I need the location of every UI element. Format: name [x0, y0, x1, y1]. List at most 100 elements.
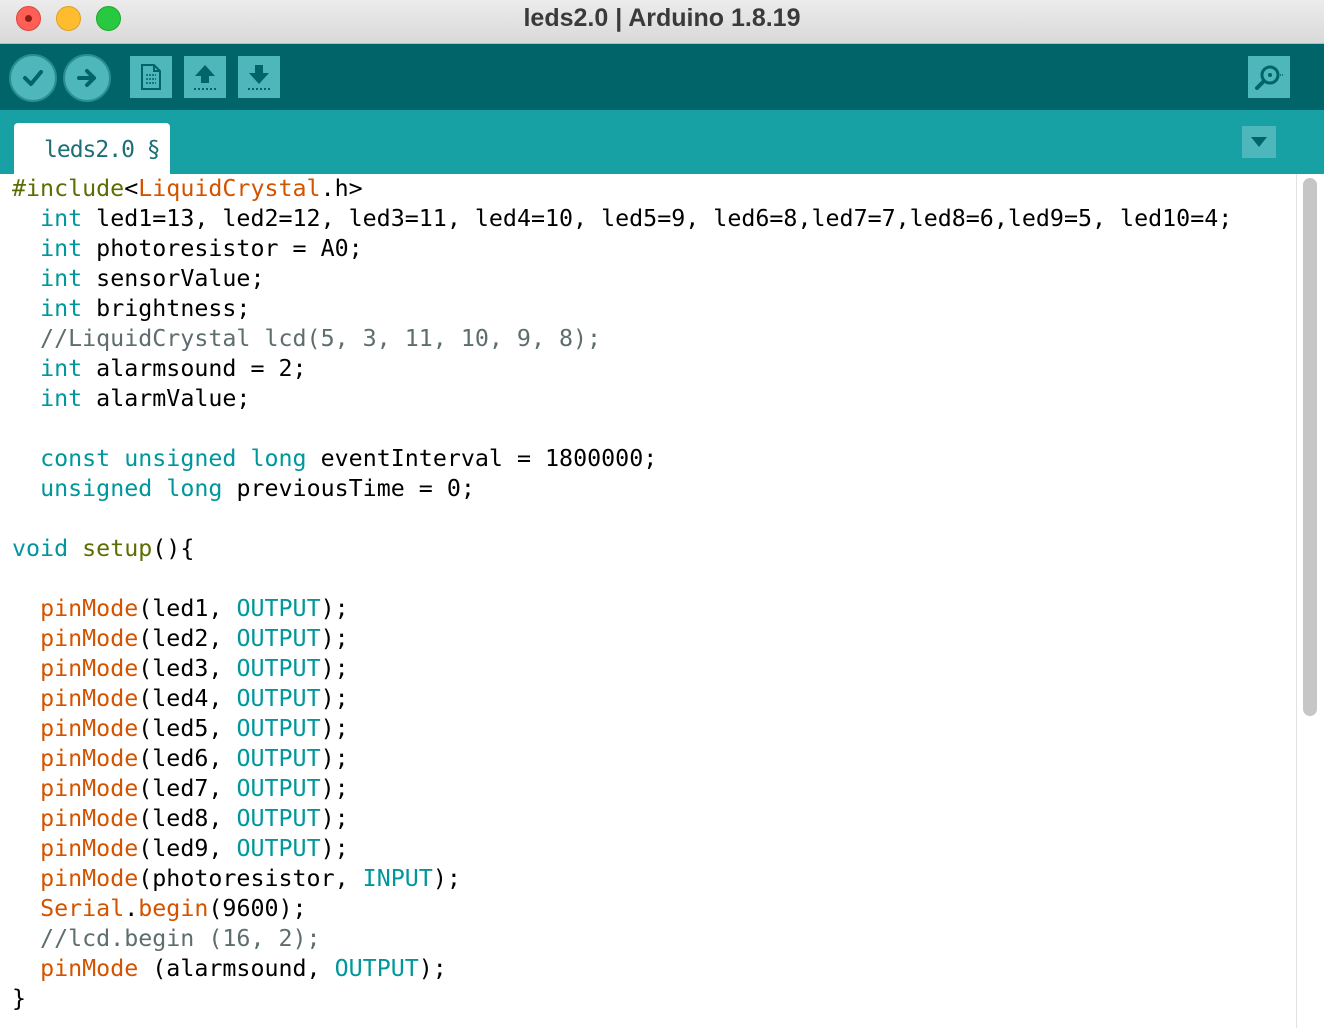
- code-token: pinMode: [40, 835, 139, 862]
- code-token: OUTPUT: [236, 595, 321, 622]
- code-token: setup: [82, 535, 153, 562]
- code-token: pinMode: [40, 685, 139, 712]
- code-token: OUTPUT: [236, 775, 321, 802]
- code-line: int photoresistor = A0;: [12, 234, 1232, 264]
- code-line: pinMode (alarmsound, OUTPUT);: [12, 954, 1232, 984]
- code-token: photoresistor = A0;: [82, 235, 363, 262]
- code-token: (led7,: [138, 775, 237, 802]
- code-line: unsigned long previousTime = 0;: [12, 474, 1232, 504]
- code-token: //LiquidCrystal lcd(5, 3, 11, 10, 9, 8);: [12, 325, 602, 352]
- code-line: pinMode(led8, OUTPUT);: [12, 804, 1232, 834]
- vertical-scrollbar[interactable]: [1296, 174, 1324, 1028]
- code-token: OUTPUT: [236, 715, 321, 742]
- code-token: OUTPUT: [236, 625, 321, 652]
- code-token: );: [320, 715, 349, 742]
- code-token: OUTPUT: [236, 685, 321, 712]
- tab-leds2[interactable]: leds2.0 §: [14, 123, 170, 174]
- code-token: (led5,: [138, 715, 237, 742]
- new-sketch-button[interactable]: [130, 56, 172, 98]
- code-token: );: [320, 745, 349, 772]
- code-token: );: [320, 805, 349, 832]
- code-token: (led6,: [138, 745, 237, 772]
- code-token: (led1,: [138, 595, 237, 622]
- tab-bar: leds2.0 §: [0, 110, 1324, 174]
- code-line: pinMode(led2, OUTPUT);: [12, 624, 1232, 654]
- code-token: pinMode: [40, 655, 139, 682]
- tab-menu-button[interactable]: [1242, 126, 1276, 158]
- magnifier-icon: [1255, 65, 1284, 90]
- code-token: (led9,: [138, 835, 237, 862]
- code-line: pinMode(photoresistor, INPUT);: [12, 864, 1232, 894]
- code-token: int: [40, 205, 83, 232]
- code-line: pinMode(led4, OUTPUT);: [12, 684, 1232, 714]
- code-token: OUTPUT: [334, 955, 419, 982]
- code-line: pinMode(led3, OUTPUT);: [12, 654, 1232, 684]
- document-icon: [141, 64, 161, 90]
- upload-button[interactable]: [63, 54, 111, 102]
- code-editor[interactable]: #include<LiquidCrystal.h> int led1=13, l…: [0, 174, 1296, 1028]
- code-token: int: [40, 265, 83, 292]
- code-token: pinMode: [40, 625, 139, 652]
- code-line: const unsigned long eventInterval = 1800…: [12, 444, 1232, 474]
- code-token: );: [432, 865, 461, 892]
- code-line: int alarmsound = 2;: [12, 354, 1232, 384]
- code-token: LiquidCrystal: [138, 175, 321, 202]
- code-token: previousTime = 0;: [222, 475, 475, 502]
- open-sketch-button[interactable]: [184, 56, 226, 98]
- code-token: int: [40, 385, 83, 412]
- arrow-up-icon: [194, 65, 216, 90]
- verify-button[interactable]: [9, 54, 57, 102]
- code-token: OUTPUT: [236, 835, 321, 862]
- arrow-right-icon: [77, 69, 96, 87]
- code-token: pinMode: [40, 955, 139, 982]
- code-line: int alarmValue;: [12, 384, 1232, 414]
- code-line: pinMode(led5, OUTPUT);: [12, 714, 1232, 744]
- code-line: Serial.begin(9600);: [12, 894, 1232, 924]
- code-token: (led4,: [138, 685, 237, 712]
- code-text: #include<LiquidCrystal.h> int led1=13, l…: [12, 174, 1232, 1014]
- code-token: unsigned: [124, 445, 237, 472]
- title-bar: leds2.0 | Arduino 1.8.19: [0, 0, 1324, 44]
- code-token: .: [124, 895, 139, 922]
- code-token: #include: [12, 175, 125, 202]
- save-sketch-button[interactable]: [238, 56, 280, 98]
- code-token: alarmsound = 2;: [82, 355, 307, 382]
- code-line: pinMode(led7, OUTPUT);: [12, 774, 1232, 804]
- serial-monitor-button[interactable]: [1248, 56, 1290, 98]
- code-token: );: [320, 775, 349, 802]
- code-token: pinMode: [40, 715, 139, 742]
- code-token: .h>: [320, 175, 363, 202]
- code-token: Serial: [40, 895, 125, 922]
- code-token: sensorValue;: [82, 265, 265, 292]
- code-token: //lcd.begin (16, 2);: [12, 925, 321, 952]
- code-line: int led1=13, led2=12, led3=11, led4=10, …: [12, 204, 1232, 234]
- code-token: );: [320, 835, 349, 862]
- code-token: (led3,: [138, 655, 237, 682]
- scrollbar-thumb[interactable]: [1303, 178, 1317, 716]
- code-token: long: [166, 475, 223, 502]
- code-line: //lcd.begin (16, 2);: [12, 924, 1232, 954]
- code-line: void setup(){: [12, 534, 1232, 564]
- tab-label: leds2.0 §: [44, 137, 161, 163]
- code-line: pinMode(led9, OUTPUT);: [12, 834, 1232, 864]
- code-token: }: [12, 985, 27, 1012]
- code-token: pinMode: [40, 745, 139, 772]
- code-token: alarmValue;: [82, 385, 251, 412]
- code-line: int brightness;: [12, 294, 1232, 324]
- code-token: (){: [152, 535, 195, 562]
